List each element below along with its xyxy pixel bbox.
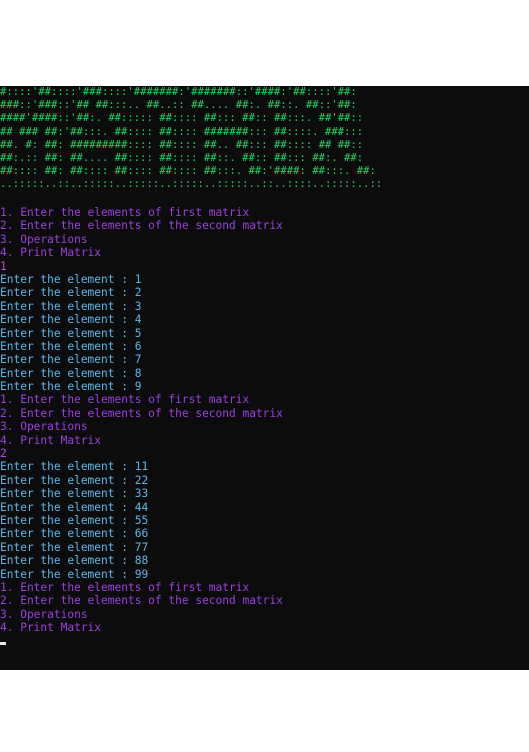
prompt-output-line: Enter the element : 22	[0, 473, 149, 487]
prompt-output-line: Enter the element : 55	[0, 513, 149, 527]
banner-line: ##. #: ##: #########:::: ##:::: ##.. ##:…	[0, 138, 364, 151]
prompt-output-line: Enter the element : 6	[0, 339, 142, 353]
prompt-output-line: Enter the element : 44	[0, 500, 149, 514]
menu-option-line: 4. Print Matrix	[0, 246, 102, 260]
banner-line: ##:.:: ##: ##.... ##:::: ##:::: ##::. ##…	[0, 151, 364, 164]
banner-line: ## ### ##:'##:::. ##:::: ##:::: #######:…	[0, 125, 364, 138]
banner-line: ..:::::..::..:::::..:::::..:::::..:::::.…	[0, 178, 383, 191]
banner-line: ###::'###::'## ##:::.. ##..:: ##.... ##:…	[0, 99, 357, 112]
menu-option-line: 4. Print Matrix	[0, 433, 102, 447]
menu-option-line: 1. Enter the elements of first matrix	[0, 393, 250, 407]
terminal-window[interactable]: #::::'##::::'###::::'#######:'#######::'…	[0, 86, 529, 670]
prompt-output-line: Enter the element : 66	[0, 527, 149, 541]
menu-option-line: 1. Enter the elements of first matrix	[0, 580, 250, 594]
menu-option-line: 1. Enter the elements of first matrix	[0, 206, 250, 219]
menu-option-line: 2. Enter the elements of the second matr…	[0, 219, 283, 233]
menu-option-line: 2. Enter the elements of the second matr…	[0, 594, 283, 608]
prompt-output-line: Enter the element : 11	[0, 460, 149, 474]
prompt-output-line: Enter the element : 5	[0, 326, 142, 340]
prompt-output-line: Enter the element : 1	[0, 272, 142, 286]
user-input-line: 2	[0, 447, 7, 461]
prompt-output-line: Enter the element : 3	[0, 299, 142, 313]
prompt-output-line: Enter the element : 99	[0, 567, 149, 581]
prompt-output-line: Enter the element : 7	[0, 353, 142, 367]
prompt-output-line: Enter the element : 88	[0, 554, 149, 568]
console-output: 1. Enter the elements of first matrix 2. …	[0, 206, 529, 635]
prompt-output-line: Enter the element : 77	[0, 540, 149, 554]
text-cursor[interactable]	[0, 642, 6, 645]
menu-option-line: 3. Operations	[0, 420, 88, 434]
ascii-banner: #::::'##::::'###::::'#######:'#######::'…	[0, 86, 529, 192]
prompt-output-line: Enter the element : 4	[0, 313, 142, 327]
prompt-output-line: Enter the element : 2	[0, 286, 142, 300]
screenshot-frame: #::::'##::::'###::::'#######:'#######::'…	[0, 0, 529, 752]
prompt-output-line: Enter the element : 8	[0, 366, 142, 380]
prompt-output-line: Enter the element : 9	[0, 380, 142, 394]
menu-option-line: 2. Enter the elements of the second matr…	[0, 406, 283, 420]
prompt-output-line: Enter the element : 33	[0, 487, 149, 501]
banner-line: ##:::: ##: ##:::: ##:::: ##:::: ##:::. #…	[0, 165, 376, 178]
menu-option-line: 3. Operations	[0, 232, 88, 246]
user-input-line: 1	[0, 259, 7, 273]
banner-line: ####'####::'##:. ##::::: ##:::: ##::: ##…	[0, 112, 364, 125]
menu-option-line: 4. Print Matrix	[0, 621, 102, 635]
menu-option-line: 3. Operations	[0, 607, 88, 621]
banner-line: #::::'##::::'###::::'#######:'#######::'…	[0, 86, 357, 98]
